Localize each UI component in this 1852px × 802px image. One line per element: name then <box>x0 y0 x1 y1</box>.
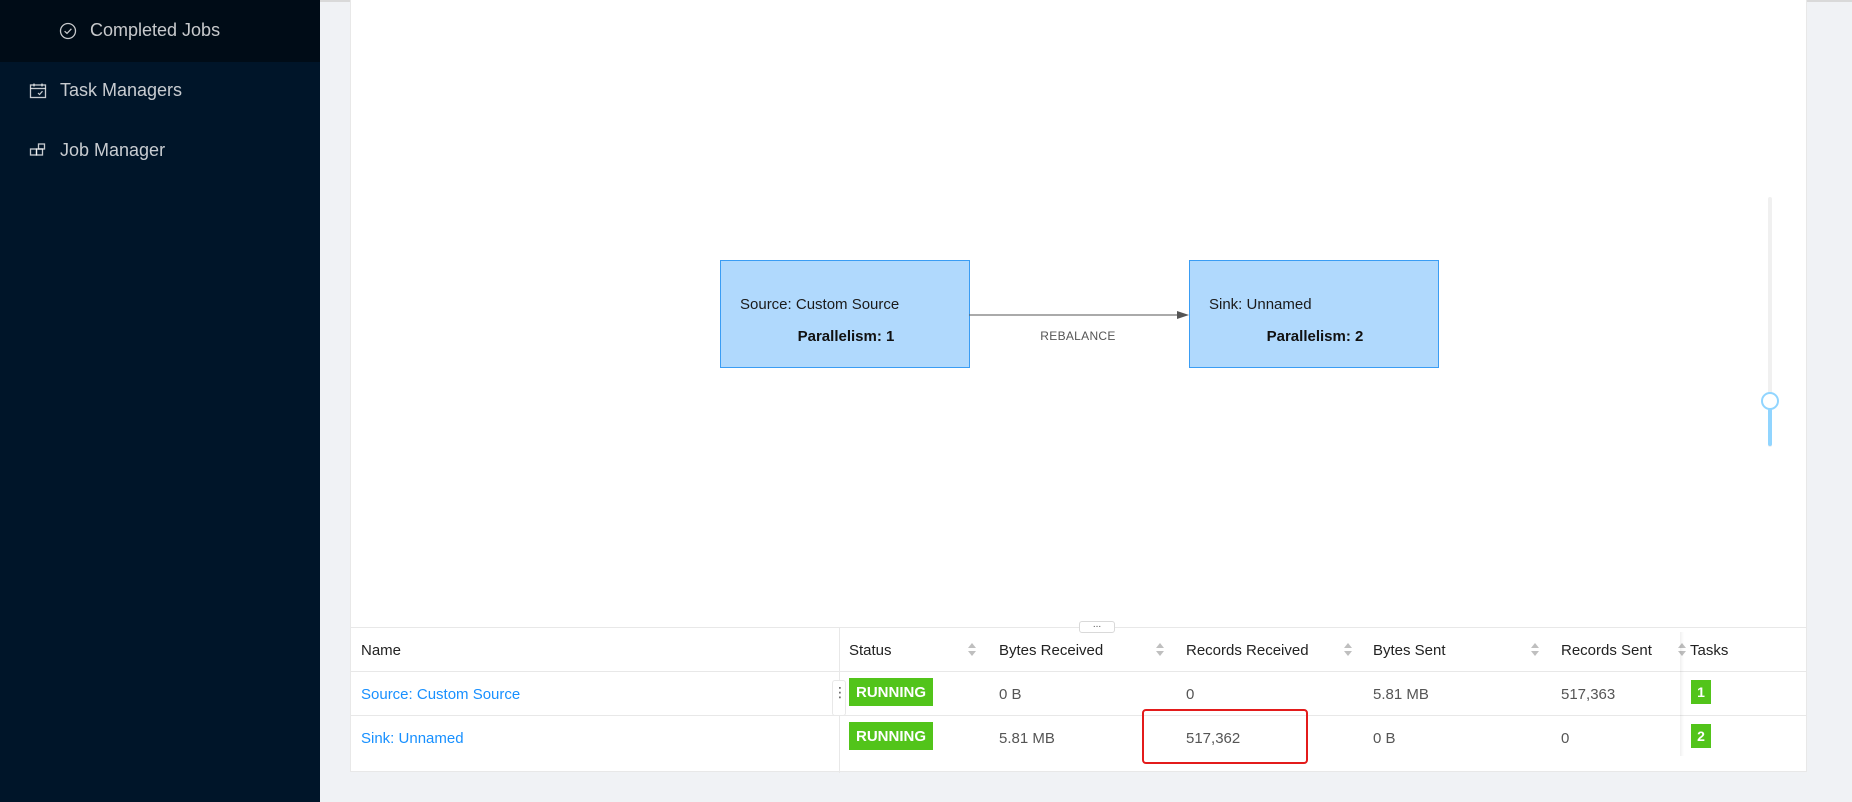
header-records-sent[interactable]: Records Sent <box>1561 628 1652 672</box>
bytes-sent: 5.81 MB <box>1373 685 1429 703</box>
bytes-received: 5.81 MB <box>999 729 1055 747</box>
check-circle-icon <box>58 21 78 41</box>
row-name-link[interactable]: Sink: Unnamed <box>361 716 464 760</box>
sort-icon[interactable] <box>967 642 977 658</box>
records-sent: 517,363 <box>1561 685 1616 703</box>
fixed-column-shadow <box>1680 632 1684 756</box>
highlight-annotation <box>1142 709 1308 764</box>
edge-label: REBALANCE <box>1040 329 1116 343</box>
schedule-icon <box>28 81 48 101</box>
header-records-received[interactable]: Records Received <box>1186 628 1309 672</box>
node-parallelism: Parallelism: 2 <box>1266 328 1364 345</box>
sort-icon[interactable] <box>1343 642 1353 658</box>
sidebar-item-label: Job Manager <box>60 140 166 160</box>
sidebar-item-label: Completed Jobs <box>90 20 221 40</box>
sort-icon[interactable] <box>1530 642 1540 658</box>
node-parallelism: Parallelism: 1 <box>797 328 895 345</box>
sidebar-item-label: Task Managers <box>60 80 183 100</box>
graph-node-sink[interactable]: Sink: Unnamed Parallelism: 2 <box>1189 260 1439 368</box>
node-name: Source: Custom Source <box>740 296 900 313</box>
sidebar: Completed Jobs Task Managers Job Manager <box>0 0 320 802</box>
tasks-badge[interactable]: 2 <box>1691 724 1711 748</box>
sidebar-item-task-managers[interactable]: Task Managers <box>28 80 182 101</box>
header-bytes-received[interactable]: Bytes Received <box>999 628 1103 672</box>
sort-icon[interactable] <box>1155 642 1165 658</box>
header-status[interactable]: Status <box>849 628 892 672</box>
column-drag-handle[interactable]: ⋮ <box>832 680 847 716</box>
sidebar-item-completed-jobs[interactable]: Completed Jobs <box>58 20 220 41</box>
status-badge: RUNNING <box>849 678 933 706</box>
zoom-slider-handle[interactable] <box>1761 392 1779 410</box>
sidebar-item-job-manager[interactable]: Job Manager <box>28 140 165 161</box>
header-tasks: Tasks <box>1690 641 1729 659</box>
tasks-badge[interactable]: 1 <box>1691 680 1711 704</box>
bytes-received: 0 B <box>999 685 1022 703</box>
row-name-link[interactable]: Source: Custom Source <box>361 672 520 716</box>
header-bytes-sent[interactable]: Bytes Sent <box>1373 628 1446 672</box>
graph-node-source[interactable]: Source: Custom Source Parallelism: 1 <box>720 260 970 368</box>
node-name: Sink: Unnamed <box>1209 296 1312 313</box>
header-name: Name <box>361 641 402 659</box>
bytes-sent: 0 B <box>1373 729 1396 747</box>
build-icon <box>28 141 48 161</box>
records-sent: 0 <box>1561 729 1570 747</box>
row-divider <box>351 715 1806 716</box>
status-badge: RUNNING <box>849 722 933 750</box>
